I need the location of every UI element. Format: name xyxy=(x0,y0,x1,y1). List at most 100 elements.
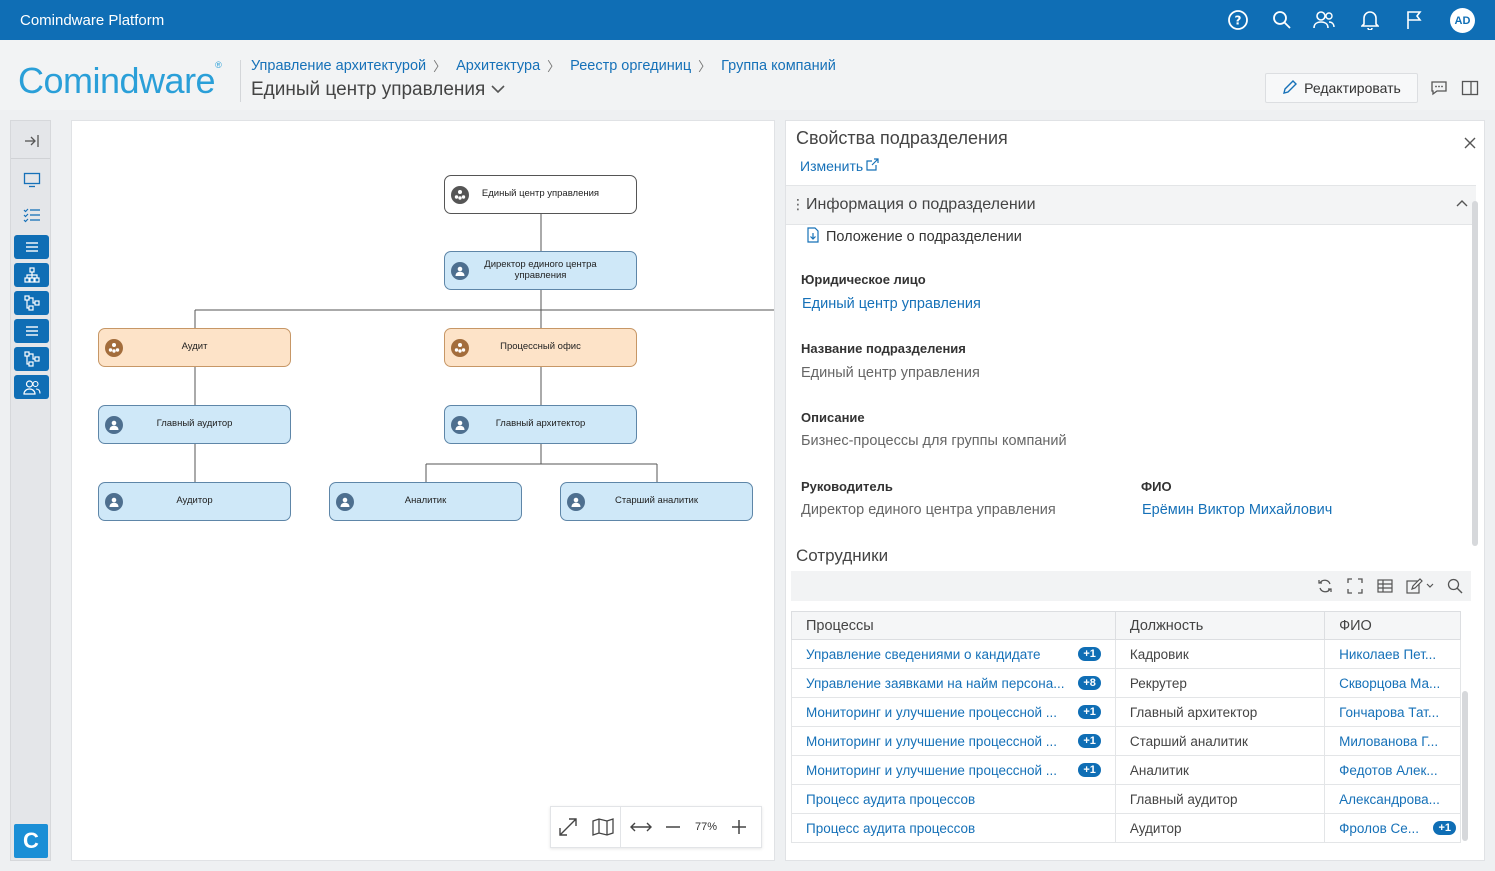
page-title[interactable]: Единый центр управления xyxy=(251,79,505,101)
process-map-icon[interactable] xyxy=(14,291,49,315)
table-row[interactable]: Мониторинг и улучшение процессной ... +1 … xyxy=(791,755,1461,785)
org-node-senior-analyst[interactable]: Старший аналитик xyxy=(560,482,753,521)
table-row[interactable]: Мониторинг и улучшение процессной ... +1 … xyxy=(791,726,1461,756)
legal-entity-value[interactable]: Единый центр управления xyxy=(802,296,981,312)
breadcrumb-item[interactable]: Архитектура xyxy=(456,58,540,74)
table-scrollbar[interactable] xyxy=(1462,691,1468,841)
process-cell[interactable]: Управление сведениями о кандидате +1 xyxy=(791,639,1116,669)
count-badge[interactable]: +1 xyxy=(1433,821,1456,835)
list-icon[interactable] xyxy=(14,319,49,343)
desktop-icon[interactable] xyxy=(14,168,49,192)
org-node-auditor[interactable]: Аудитор xyxy=(98,482,291,521)
org-diagram[interactable]: Единый центр управления Директор единого… xyxy=(71,120,775,861)
person-icon xyxy=(567,493,585,511)
users-icon[interactable] xyxy=(1312,8,1336,32)
breadcrumb: Управление архитектурой 〉 Архитектура 〉 Ре… xyxy=(251,56,836,75)
fio-value[interactable]: Ерёмин Виктор Михайлович xyxy=(1142,502,1332,518)
side-panel-icon[interactable] xyxy=(1455,73,1485,103)
org-unit-icon xyxy=(451,339,469,357)
name-label: Название подразделения xyxy=(801,341,966,356)
position-cell: Рекрутер xyxy=(1114,668,1326,698)
chevron-down-icon xyxy=(491,83,505,97)
help-icon[interactable]: ? xyxy=(1226,8,1250,32)
process-cell[interactable]: Мониторинг и улучшение процессной ... +1 xyxy=(791,726,1116,756)
external-link-icon xyxy=(866,158,879,174)
org-node-root[interactable]: Единый центр управления xyxy=(444,175,637,214)
org-node-director[interactable]: Директор единого центра управления xyxy=(444,251,637,290)
checklist-icon[interactable] xyxy=(14,203,49,227)
process-cell[interactable]: Процесс аудита процессов xyxy=(791,784,1116,814)
table-row[interactable]: Управление заявками на найм персона... +8… xyxy=(791,668,1461,698)
org-unit-icon xyxy=(451,186,469,204)
process-cell[interactable]: Мониторинг и улучшение процессной ... +1 xyxy=(791,755,1116,785)
org-node-process-office[interactable]: Процессный офис xyxy=(444,328,637,367)
column-header[interactable]: Должность xyxy=(1114,611,1326,640)
fit-width-icon[interactable] xyxy=(621,806,661,848)
position-cell: Аудитор xyxy=(1114,813,1326,843)
avatar[interactable]: AD xyxy=(1450,8,1475,33)
scrollbar[interactable] xyxy=(1472,201,1478,546)
fio-cell[interactable]: Александрова... xyxy=(1324,784,1461,814)
count-badge[interactable]: +1 xyxy=(1078,705,1101,719)
map-icon[interactable] xyxy=(585,806,621,848)
process-cell[interactable]: Мониторинг и улучшение процессной ... +1 xyxy=(791,697,1116,727)
comments-icon[interactable] xyxy=(1424,73,1454,103)
fio-cell[interactable]: Николаев Пет... xyxy=(1324,639,1461,669)
process-cell[interactable]: Процесс аудита процессов xyxy=(791,813,1116,843)
count-badge[interactable]: +1 xyxy=(1078,763,1101,777)
bell-icon[interactable] xyxy=(1358,8,1382,32)
fio-label: ФИО xyxy=(1141,479,1172,494)
table-row[interactable]: Управление сведениями о кандидате +1 Кадр… xyxy=(791,639,1461,669)
org-node-audit[interactable]: Аудит xyxy=(98,328,291,367)
org-structure-icon[interactable] xyxy=(14,263,49,287)
edit-button[interactable]: Редактировать xyxy=(1265,73,1418,103)
count-badge[interactable]: +8 xyxy=(1078,676,1101,690)
process-cell[interactable]: Управление заявками на найм персона... +8 xyxy=(791,668,1116,698)
employees-table: Процессы Должность ФИО Управление сведен… xyxy=(791,611,1461,843)
position-cell: Аналитик xyxy=(1114,755,1326,785)
org-node-analyst[interactable]: Аналитик xyxy=(329,482,522,521)
fio-cell[interactable]: Гончарова Тат... xyxy=(1324,697,1461,727)
person-icon xyxy=(105,416,123,434)
breadcrumb-item[interactable]: Группа компаний xyxy=(721,58,836,74)
column-header[interactable]: Процессы xyxy=(791,611,1116,640)
collapse-sidebar-icon[interactable] xyxy=(14,129,49,153)
org-node-main-architect[interactable]: Главный архитектор xyxy=(444,405,637,444)
document-link[interactable]: Положение о подразделении xyxy=(806,227,1022,247)
change-link[interactable]: Изменить xyxy=(800,158,879,174)
list-icon[interactable] xyxy=(14,235,49,259)
users-icon[interactable] xyxy=(14,375,49,399)
close-icon[interactable] xyxy=(1458,131,1482,155)
table-row[interactable]: Процесс аудита процессов Главный аудитор… xyxy=(791,784,1461,814)
zoom-in-icon[interactable] xyxy=(727,806,751,848)
count-badge[interactable]: +1 xyxy=(1078,734,1101,748)
edit-menu-icon[interactable] xyxy=(1404,575,1438,597)
table-row[interactable]: Процесс аудита процессов Аудитор Фролов … xyxy=(791,813,1461,843)
table-header-row: Процессы Должность ФИО xyxy=(791,611,1461,640)
comindware-app-icon[interactable]: C xyxy=(14,824,48,858)
section-header[interactable]: ⋮ Информация о подразделении xyxy=(786,185,1476,225)
search-icon[interactable] xyxy=(1270,8,1294,32)
fullscreen-icon[interactable] xyxy=(551,806,585,848)
column-header[interactable]: ФИО xyxy=(1324,611,1461,640)
table-icon[interactable] xyxy=(1374,575,1396,597)
search-icon[interactable] xyxy=(1444,575,1466,597)
count-badge[interactable]: +1 xyxy=(1078,647,1101,661)
table-row[interactable]: Мониторинг и улучшение процессной ... +1 … xyxy=(791,697,1461,727)
breadcrumb-item[interactable]: Реестр оргединиц xyxy=(570,58,691,74)
zoom-level: 77% xyxy=(694,821,718,833)
fio-cell[interactable]: Фролов Се... +1 xyxy=(1324,813,1461,843)
refresh-icon[interactable] xyxy=(1314,575,1336,597)
flag-icon[interactable] xyxy=(1402,8,1426,32)
position-cell: Главный архитектор xyxy=(1114,697,1326,727)
fio-cell[interactable]: Скворцова Ма... xyxy=(1324,668,1461,698)
zoom-out-icon[interactable] xyxy=(661,806,685,848)
chevron-up-icon[interactable] xyxy=(1456,196,1468,210)
fio-cell[interactable]: Федотов Алек... xyxy=(1324,755,1461,785)
process-map-icon[interactable] xyxy=(14,347,49,371)
drag-handle-icon[interactable]: ⋮ xyxy=(791,196,805,213)
fio-cell[interactable]: Милованова Г... xyxy=(1324,726,1461,756)
expand-icon[interactable] xyxy=(1344,575,1366,597)
org-node-main-auditor[interactable]: Главный аудитор xyxy=(98,405,291,444)
breadcrumb-item[interactable]: Управление архитектурой xyxy=(251,58,426,74)
